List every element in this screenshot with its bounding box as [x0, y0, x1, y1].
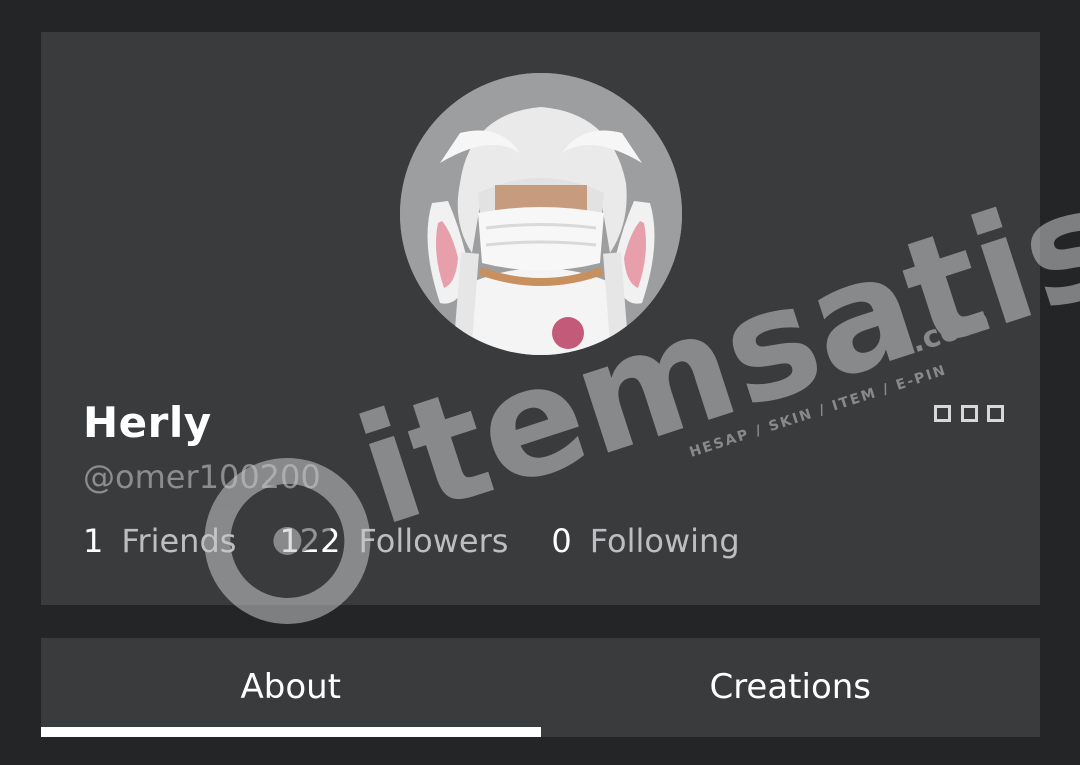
profile-page: Herly @omer100200 1 Friends 122 Follower… — [0, 0, 1080, 765]
stat-count: 122 — [279, 522, 341, 560]
tab-creations[interactable]: Creations — [541, 638, 1041, 737]
profile-header-card: Herly @omer100200 1 Friends 122 Follower… — [41, 32, 1040, 605]
stat-following[interactable]: 0 Following — [551, 522, 739, 560]
display-name: Herly — [83, 398, 212, 447]
profile-stats: 1 Friends 122 Followers 0 Following — [83, 522, 783, 560]
stat-count: 1 — [83, 522, 104, 560]
more-options-icon — [987, 404, 1004, 422]
stat-label: Following — [589, 522, 740, 560]
avatar-image — [400, 73, 682, 355]
tab-about[interactable]: About — [41, 638, 541, 737]
avatar[interactable] — [400, 73, 682, 355]
stat-followers[interactable]: 122 Followers — [279, 522, 508, 560]
username: @omer100200 — [83, 458, 321, 496]
stat-label: Friends — [121, 522, 237, 560]
tab-label: About — [240, 666, 342, 707]
stat-friends[interactable]: 1 Friends — [83, 522, 236, 560]
more-options-button[interactable] — [934, 402, 1004, 424]
tab-label: Creations — [709, 666, 872, 707]
more-options-icon — [934, 404, 951, 422]
stat-count: 0 — [551, 522, 572, 560]
profile-tabs: About Creations — [41, 638, 1040, 737]
more-options-icon — [960, 404, 978, 422]
active-tab-indicator — [41, 727, 541, 737]
stat-label: Followers — [358, 522, 509, 560]
